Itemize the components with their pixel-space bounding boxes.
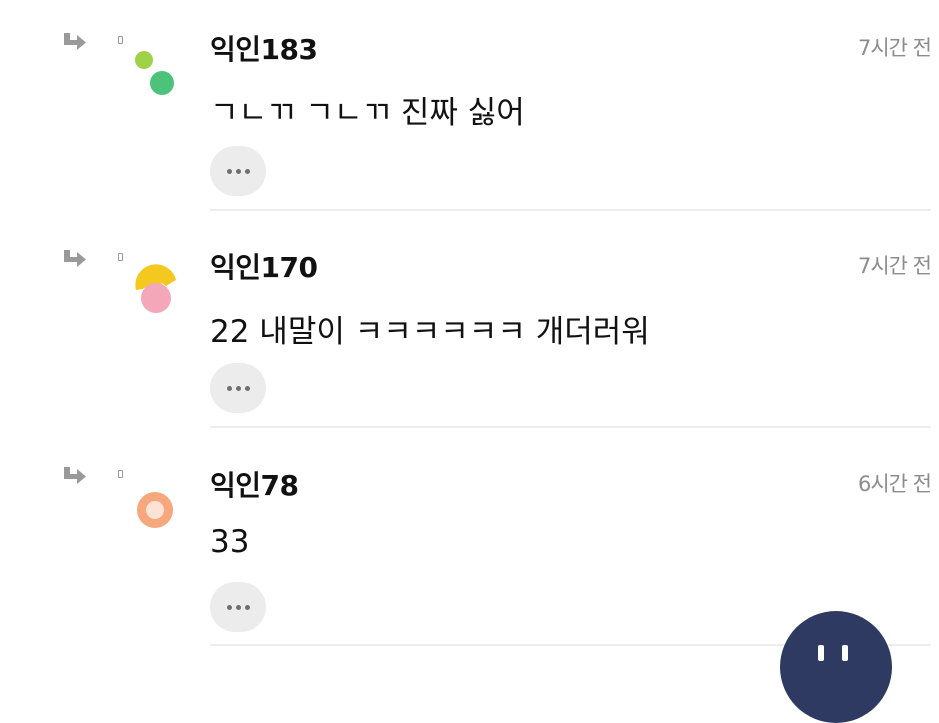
- reply-arrow-icon: [64, 250, 86, 267]
- more-options-icon: [244, 168, 250, 174]
- username[interactable]: 익인78: [210, 464, 299, 504]
- more-options-icon: [226, 385, 232, 391]
- more-options-icon: [226, 604, 232, 610]
- more-options-icon: [235, 168, 241, 174]
- avatar: [135, 264, 176, 313]
- reply-arrow-icon: [64, 33, 86, 50]
- write-icon: [818, 645, 824, 661]
- username[interactable]: 익인170: [210, 246, 318, 286]
- timestamp: 7시간 전: [858, 254, 932, 278]
- more-options-icon: [244, 385, 250, 391]
- username[interactable]: 익인183: [210, 28, 318, 68]
- divider: [210, 426, 931, 428]
- more-options-button[interactable]: [210, 582, 266, 632]
- marker-icon: [118, 470, 123, 478]
- more-options-icon: [235, 604, 241, 610]
- more-options-button[interactable]: [210, 363, 266, 413]
- avatar: [135, 51, 174, 95]
- more-options-button[interactable]: [210, 146, 266, 196]
- timestamp: 6시간 전: [858, 472, 932, 496]
- write-button[interactable]: [780, 611, 892, 723]
- comment-item: 익인78 6시간 전 33: [0, 436, 939, 654]
- more-options-icon: [226, 168, 232, 174]
- divider: [210, 209, 931, 211]
- more-options-icon: [235, 385, 241, 391]
- write-icon: [842, 645, 848, 661]
- comment-text: 33: [210, 524, 250, 560]
- avatar: [137, 492, 173, 528]
- comment-item: 익인170 7시간 전 22 내말이 ㅋㅋㅋㅋㅋㅋ 개더러워: [0, 218, 939, 436]
- comment-item: 익인183 7시간 전 ㄱㄴㄲ ㄱㄴㄲ 진짜 싫어: [0, 0, 939, 218]
- more-options-icon: [244, 604, 250, 610]
- marker-icon: [118, 36, 123, 44]
- comment-text: 22 내말이 ㅋㅋㅋㅋㅋㅋ 개더러워: [210, 314, 650, 350]
- marker-icon: [118, 253, 123, 261]
- reply-arrow-icon: [64, 467, 86, 484]
- timestamp: 7시간 전: [858, 36, 932, 60]
- comment-text: ㄱㄴㄲ ㄱㄴㄲ 진짜 싫어: [210, 95, 525, 131]
